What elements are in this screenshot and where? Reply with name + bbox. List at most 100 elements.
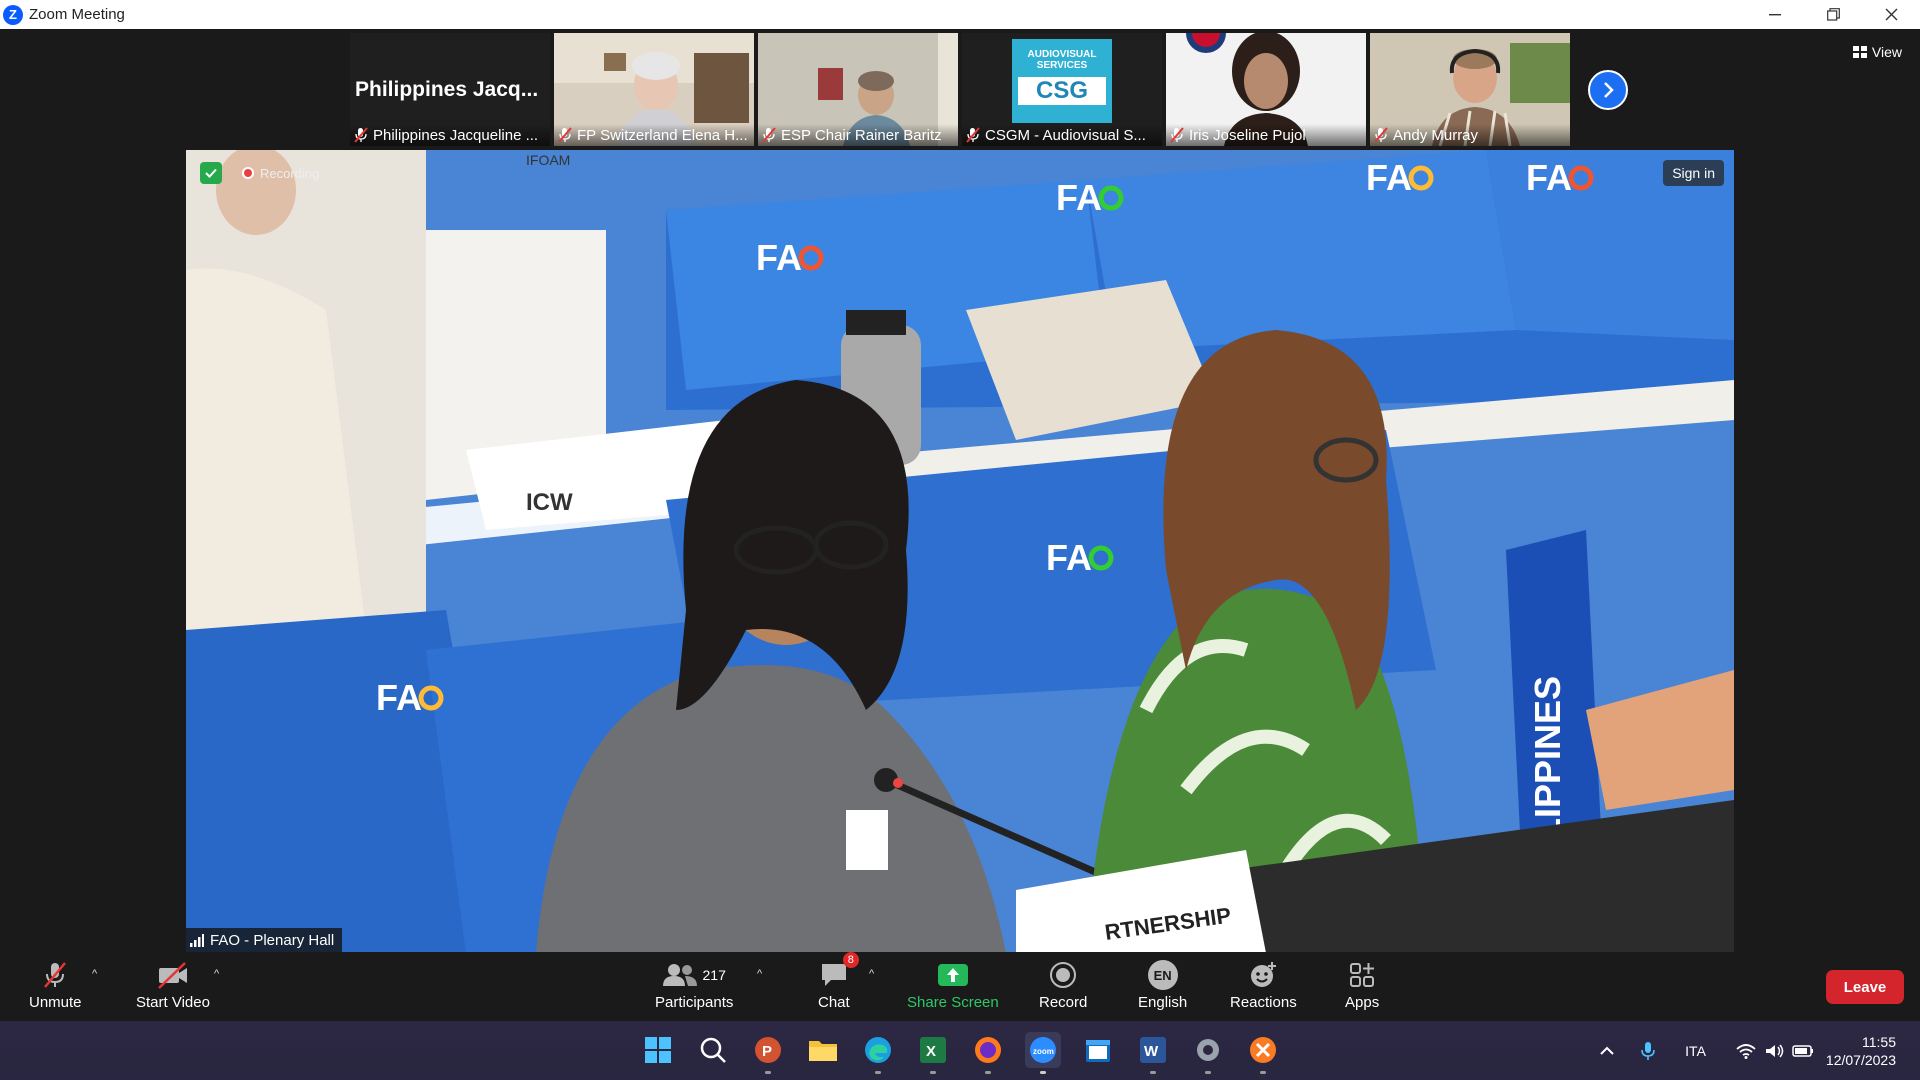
title-bar: Z Zoom Meeting [0,0,1920,29]
xampp-icon[interactable] [1245,1032,1281,1074]
recording-dot-icon [242,167,254,179]
chat-icon: 8 [819,952,859,992]
zoom-logo-icon: Z [3,4,23,25]
signal-strength-icon [190,934,204,947]
chat-label: Chat [818,994,850,1011]
restore-icon [1826,8,1840,21]
participant-thumbnail[interactable]: Andy Murray [1370,33,1570,146]
restore-button[interactable] [1804,0,1862,29]
participant-name: Philippines Jacqueline ... [373,126,539,144]
fao-logo: FA [1366,157,1412,198]
chevron-right-icon [1604,82,1614,98]
view-label: View [1871,44,1902,60]
minimize-button[interactable] [1746,0,1804,29]
chat-button[interactable]: 8 Chat [818,952,859,1011]
participants-count: 217 [702,967,726,983]
mic-muted-icon [762,127,776,143]
mic-muted-icon [1374,127,1388,143]
csg-logo-caption: AUDIOVISUAL SERVICES [1027,49,1097,71]
outlook-calendar-icon[interactable] [1080,1032,1116,1068]
participant-label: Andy Murray [1370,124,1570,146]
word-icon[interactable]: W [1135,1032,1171,1074]
recording-label: Recording [260,165,320,181]
main-video[interactable]: PHILIPPINES RTNERSHIP FA FA FA FA FA FA [186,150,1734,953]
reactions-icon [1248,958,1278,992]
volume-icon[interactable] [1764,1043,1784,1059]
participant-name: Iris Joseline Pujol [1189,126,1306,144]
close-icon [1885,8,1897,21]
participant-thumbnail[interactable]: AUDIOVISUAL SERVICES CSG CSGM - Audiovis… [962,33,1162,146]
participants-icon: 217 [662,958,726,992]
unmute-button[interactable]: Unmute [29,958,82,1011]
view-button[interactable]: View [1852,44,1902,60]
meeting-area: Philippines Jacq... Philippines Jacqueli… [0,29,1920,1021]
participants-button[interactable]: 217 Participants [655,958,733,1011]
video-off-icon [156,958,190,992]
windows-taskbar: P X zoom W ITA 11:55 12/07/2023 [0,1021,1920,1080]
room-name-label: FAO - Plenary Hall [186,928,343,953]
fao-logo: FA [1526,157,1572,198]
participant-name: CSGM - Audiovisual S... [985,126,1146,144]
reactions-label: Reactions [1230,994,1297,1011]
reactions-button[interactable]: Reactions [1230,958,1297,1011]
show-hidden-icons-chevron-icon[interactable] [1599,1046,1615,1056]
apps-label: Apps [1345,994,1380,1011]
share-screen-icon [937,958,969,992]
battery-icon[interactable] [1792,1044,1814,1058]
mic-muted-icon [558,127,572,143]
close-button[interactable] [1862,0,1920,29]
start-video-button[interactable]: Start Video [136,958,210,1011]
powerpoint-icon[interactable]: P [750,1032,786,1074]
zoom-icon[interactable]: zoom [1025,1032,1061,1074]
participant-label: Iris Joseline Pujol [1166,124,1366,146]
apps-icon [1348,958,1376,992]
language-icon: EN [1147,958,1178,992]
participants-label: Participants [655,994,734,1011]
window-title: Zoom Meeting [29,6,125,23]
wifi-icon[interactable] [1736,1043,1756,1059]
chat-options-caret-icon[interactable]: ^ [869,968,874,980]
mic-muted-icon [966,127,980,143]
input-language[interactable]: ITA [1685,1043,1706,1059]
meeting-toolbar: Unmute ^ Start Video ^ 217 Participants … [0,952,1920,1021]
clock[interactable]: 11:55 12/07/2023 [1826,1033,1896,1069]
microphone-in-use-icon[interactable] [1641,1041,1655,1061]
sign-in-button[interactable]: Sign in [1663,160,1724,186]
search-icon[interactable] [695,1032,731,1068]
participants-options-caret-icon[interactable]: ^ [757,968,762,980]
apps-button[interactable]: Apps [1345,958,1379,1011]
room-name: FAO - Plenary Hall [210,932,335,949]
mic-muted-icon [40,958,70,992]
edge-browser-icon[interactable] [860,1032,896,1074]
participant-thumbnail[interactable]: Iris Joseline Pujol [1166,33,1366,146]
language-button[interactable]: EN English [1138,958,1187,1011]
windows-start-icon[interactable] [640,1032,676,1068]
name-card-text: ICW [526,489,573,516]
svg-text:P: P [762,1043,772,1060]
record-icon [1049,958,1077,992]
chat-unread-badge: 8 [842,952,859,968]
participant-label: CSGM - Audiovisual S... [962,124,1162,146]
share-screen-label: Share Screen [907,994,999,1011]
next-page-button[interactable] [1588,70,1628,110]
file-explorer-icon[interactable] [805,1032,841,1068]
participant-thumbnail[interactable]: Philippines Jacq... Philippines Jacqueli… [350,33,550,146]
video-options-caret-icon[interactable]: ^ [214,968,219,980]
participant-thumbnail[interactable]: ESP Chair Rainer Baritz [758,33,958,146]
grid-view-icon [1852,46,1867,58]
participant-name: Andy Murray [1393,126,1479,144]
window-controls [1746,0,1920,29]
settings-gear-icon[interactable] [1190,1032,1226,1074]
video-scene: PHILIPPINES RTNERSHIP FA FA FA FA FA FA [186,150,1734,953]
leave-button[interactable]: Leave [1826,970,1904,1004]
record-button[interactable]: Record [1039,958,1087,1011]
share-screen-button[interactable]: Share Screen [907,958,999,1011]
excel-icon[interactable]: X [915,1032,951,1074]
mic-muted-icon [1170,127,1184,143]
audio-options-caret-icon[interactable]: ^ [92,968,97,980]
participant-thumbnail[interactable]: FP Switzerland Elena H... [554,33,754,146]
participant-name: ESP Chair Rainer Baritz [781,126,942,144]
firefox-icon[interactable] [970,1032,1006,1074]
fao-logo: FA [756,237,802,278]
clock-time: 11:55 [1862,1033,1896,1050]
